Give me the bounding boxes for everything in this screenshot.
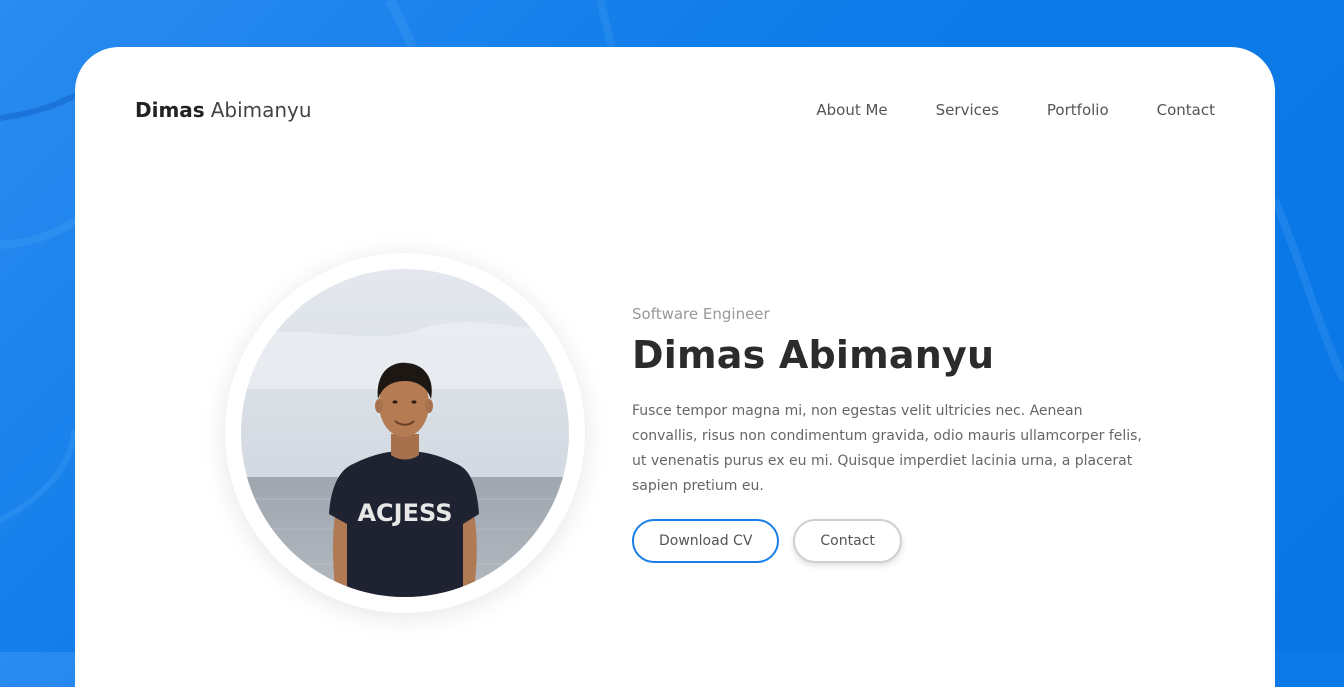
brand-last-name: Abimanyu (210, 98, 312, 122)
brand-logo[interactable]: Dimas Abimanyu (135, 98, 312, 122)
profile-photo-illustration: ACJESS (241, 269, 569, 597)
nav-item-portfolio[interactable]: Portfolio (1047, 101, 1109, 119)
hero-content: Software Engineer Dimas Abimanyu Fusce t… (632, 305, 1152, 563)
profile-photo-frame: ACJESS (225, 253, 585, 613)
hero-title: Dimas Abimanyu (632, 333, 995, 377)
shirt-print: ACJESS (357, 499, 452, 527)
nav-item-about-me[interactable]: About Me (816, 101, 887, 119)
top-navigation: Dimas Abimanyu About Me Services Portfol… (135, 97, 1215, 123)
brand-first-name: Dimas (135, 98, 205, 122)
nav-menu: About Me Services Portfolio Contact (816, 101, 1215, 119)
profile-photo: ACJESS (241, 269, 569, 597)
download-cv-button[interactable]: Download CV (632, 519, 780, 563)
main-card: Dimas Abimanyu About Me Services Portfol… (75, 47, 1275, 687)
hero-buttons: Download CV Contact (632, 519, 1152, 563)
hero-description: Fusce tempor magna mi, non egestas velit… (632, 403, 1142, 494)
nav-item-services[interactable]: Services (936, 101, 999, 119)
contact-button[interactable]: Contact (793, 519, 902, 563)
nav-item-contact[interactable]: Contact (1157, 101, 1215, 119)
hero-subtitle: Software Engineer (632, 305, 770, 323)
